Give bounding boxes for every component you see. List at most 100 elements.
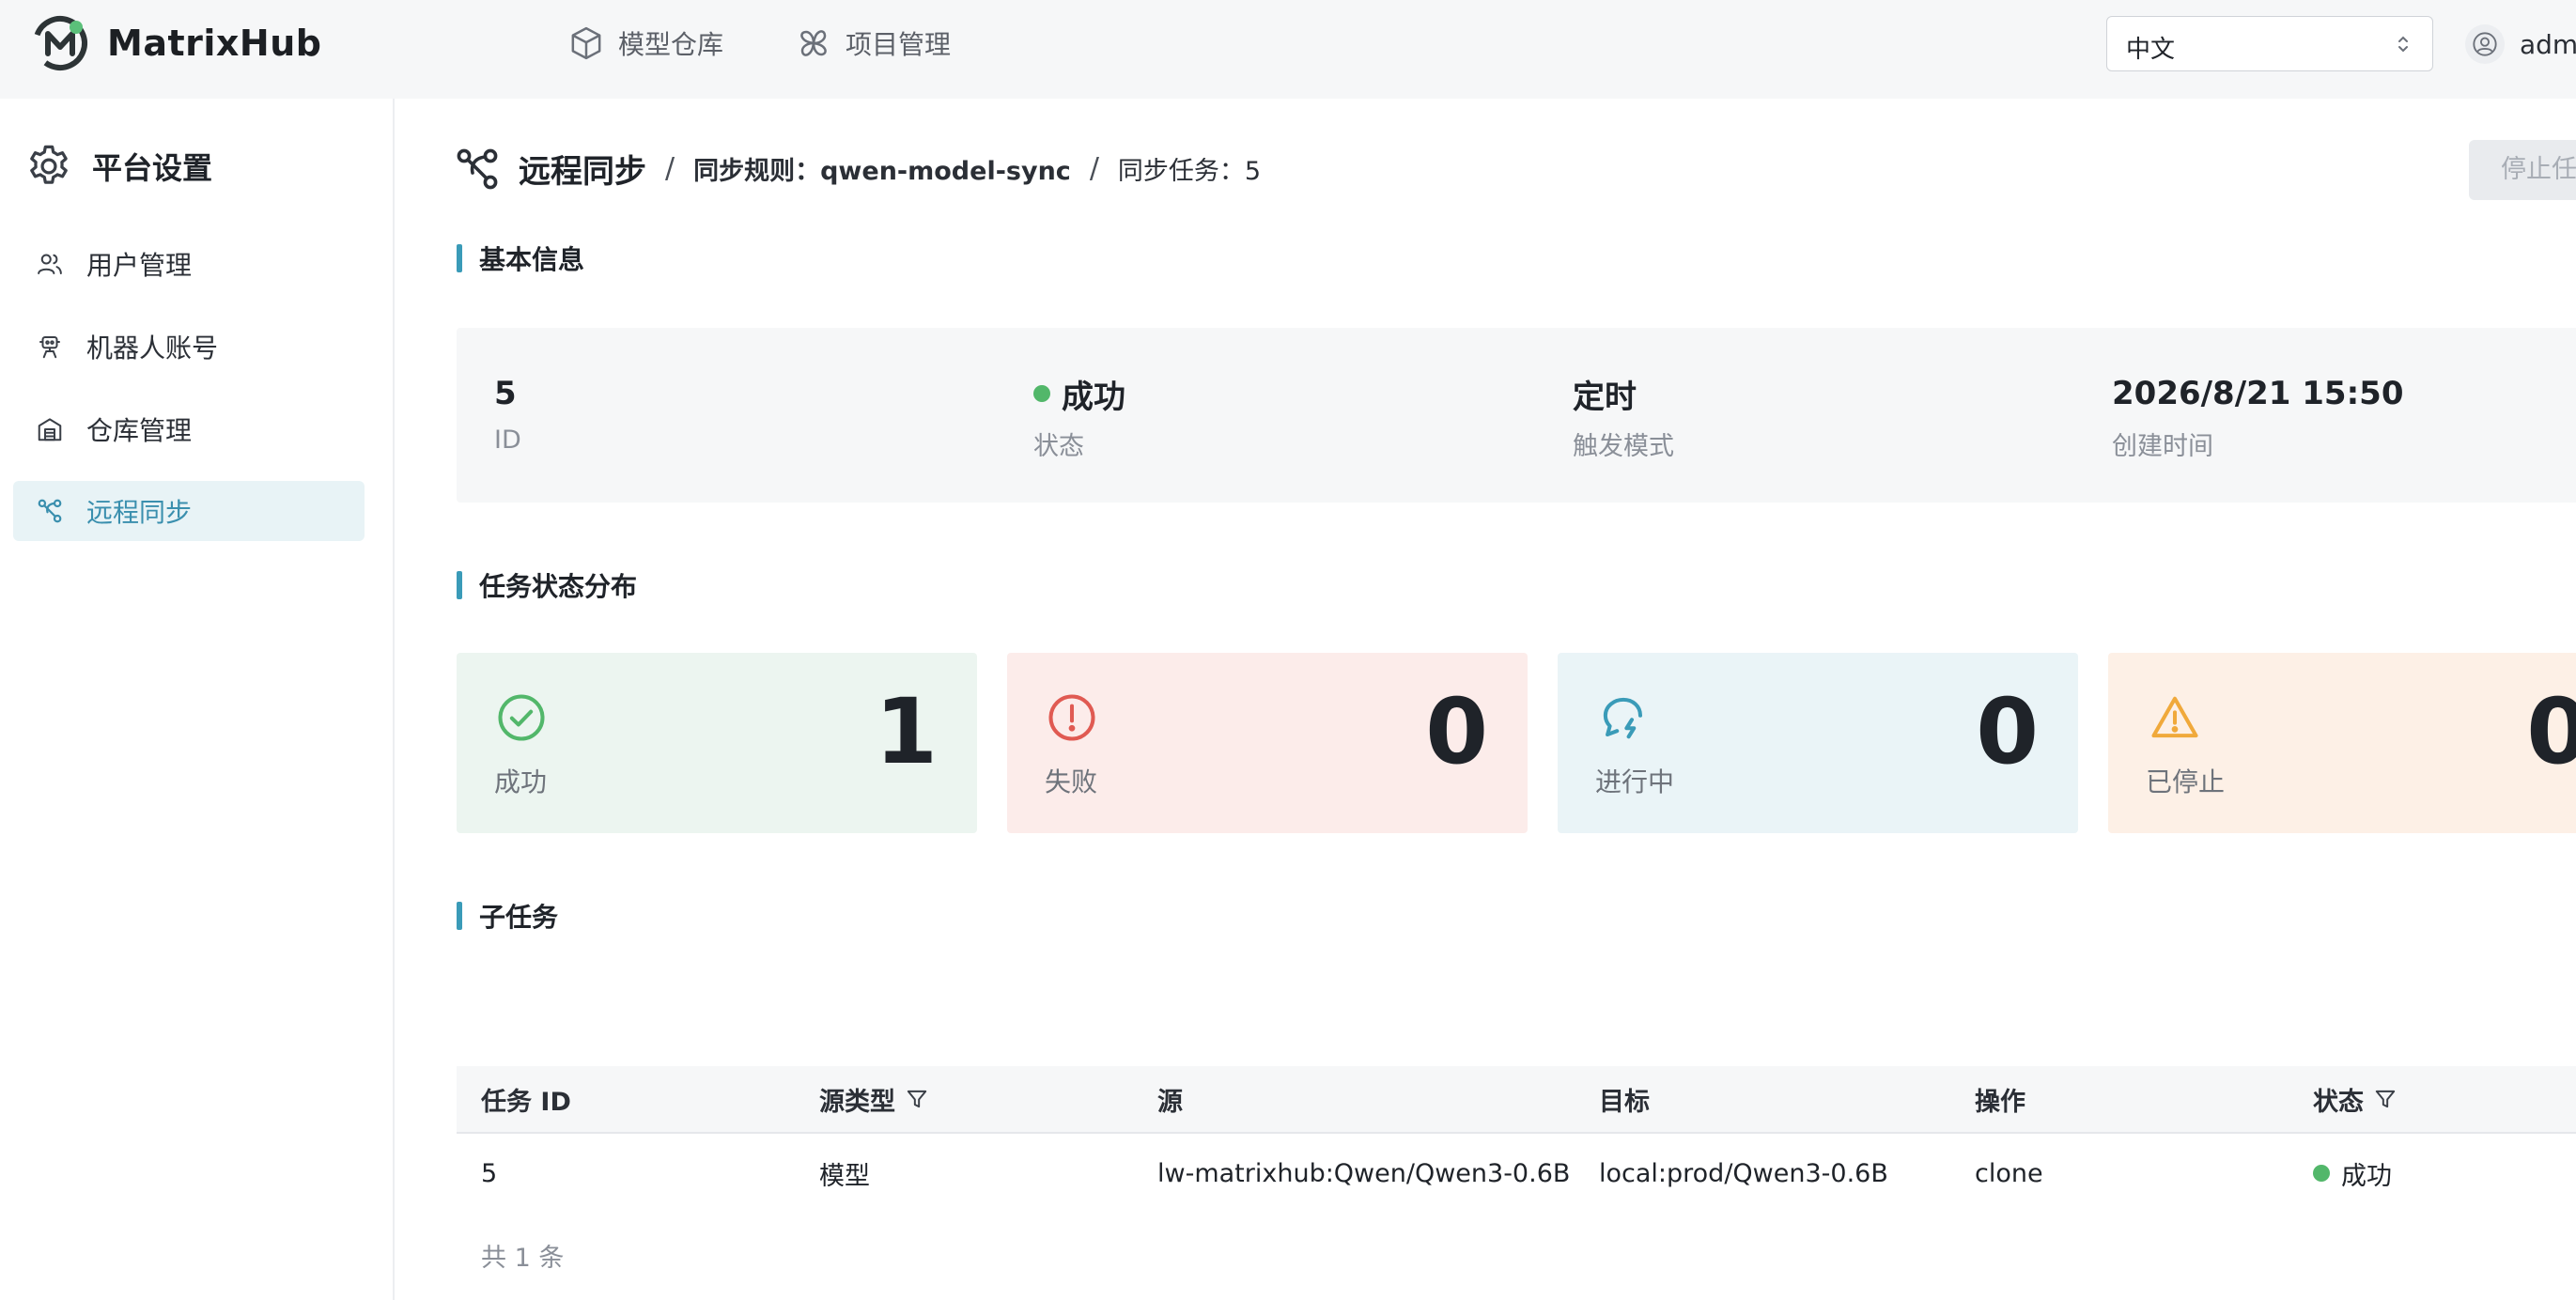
column-source-type[interactable]: 源类型 [819,1066,929,1132]
sidebar-item-label: 仓库管理 [86,415,193,446]
info-trigger-label: 触发模式 [1573,432,1674,461]
sidebar-item-users[interactable]: 用户管理 [13,234,365,294]
stat-card-count: 1 [875,679,938,784]
column-operation: 操作 [1975,1087,2025,1117]
info-id: 5 ID [494,373,521,455]
sidebar-item-label: 用户管理 [86,250,193,281]
matrixhub-logo-icon [32,16,87,70]
cell-source: lw-matrixhub:Qwen/Qwen3-0.6B [1157,1158,1571,1188]
project-icon [800,30,827,56]
stat-card-count: 0 [2526,679,2576,784]
section-accent-bar [457,902,462,930]
breadcrumb-separator: / [665,152,675,185]
stat-card-label: 成功 [494,766,548,797]
updown-chevron-icon [2398,36,2408,53]
table-total: 共 1 条 [481,1244,565,1273]
filter-icon[interactable] [2373,1087,2398,1111]
avatar [2465,24,2505,64]
stop-task-button[interactable]: 停止任 [2469,140,2576,200]
breadcrumb: 远程同步 / 同步规则：qwen-model-sync / 同步任务：5 [455,146,1261,192]
warning-icon [2151,696,2198,738]
filter-icon[interactable] [905,1087,929,1111]
cell-status: 成功 [2313,1134,2392,1213]
column-task-id: 任务 ID [481,1087,571,1117]
info-status-text: 成功 [1062,378,1125,416]
sidebar: 平台设置 用户管理 机器人账号 仓库管理 远程同步 [0,99,395,1300]
user-name: adm [2520,28,2576,60]
info-status-label: 状态 [1033,432,1084,461]
cube-icon [571,26,601,60]
warehouse-icon [38,418,62,441]
section-accent-bar [457,571,462,599]
check-circle-icon [498,694,545,741]
stat-card-failed: 失败 0 [1007,653,1528,833]
info-trigger: 定时 触发模式 [1573,373,1674,462]
cell-status-text: 成功 [2341,1161,2392,1191]
stat-card-success: 成功 1 [457,653,977,833]
stat-card-stopped: 已停止 0 [2108,653,2576,833]
info-trigger-value: 定时 [1573,378,1637,416]
sidebar-title-label: 平台设置 [92,150,213,186]
cell-operation: clone [1975,1158,2043,1188]
sidebar-item-label: 远程同步 [86,497,193,528]
column-source: 源 [1157,1087,1183,1117]
breadcrumb-task: 同步任务：5 [1117,157,1262,186]
user-menu[interactable]: adm [2465,24,2576,64]
nav-project-manage-label: 项目管理 [846,29,952,60]
info-status-value: 成功 [1033,373,1125,416]
subtasks-table: 任务 ID 源类型 源 目标 操作 状态 5 模型 lw-matrixhub:Q… [457,1066,2576,1213]
stat-card-count: 0 [1976,679,2039,784]
stat-card-label: 已停止 [2146,766,2226,797]
page-title[interactable]: 远程同步 [519,146,646,192]
cell-source-type: 模型 [819,1161,870,1191]
chat-bolt-icon [1603,697,1643,739]
language-select[interactable]: 中文 [2106,16,2433,71]
section-subtasks: 子任务 [457,897,558,935]
cell-task-id: 5 [481,1158,498,1188]
status-dot [2313,1165,2330,1182]
user-avatar-icon [2473,32,2497,56]
language-value: 中文 [2126,36,2176,64]
column-target: 目标 [1599,1087,1650,1117]
nav-model-repo[interactable]: 模型仓库 [567,24,723,62]
sidebar-item-warehouse[interactable]: 仓库管理 [13,399,365,459]
breadcrumb-rule[interactable]: 同步规则：qwen-model-sync [693,150,1071,187]
stat-card-count: 0 [1425,679,1488,784]
section-status-distribution: 任务状态分布 [457,566,637,604]
section-accent-bar [457,244,462,272]
info-id-label: ID [494,426,521,455]
cell-target: local:prod/Qwen3-0.6B [1599,1158,1888,1188]
breadcrumb-separator: / [1089,152,1099,185]
sidebar-title: 平台设置 [24,142,212,191]
table-row[interactable]: 5 模型 lw-matrixhub:Qwen/Qwen3-0.6B local:… [457,1134,2576,1213]
column-status-label: 状态 [2313,1087,2364,1117]
column-status[interactable]: 状态 [2313,1066,2398,1132]
sync-icon [38,499,62,523]
info-created-value: 2026/8/21 15:50 [2112,375,2404,412]
section-status-distribution-title: 任务状态分布 [479,571,638,602]
info-created: 2026/8/21 15:50 创建时间 [2112,373,2404,462]
error-circle-icon [1048,694,1095,741]
info-status: 成功 状态 [1033,373,1125,462]
sync-icon [457,148,498,189]
sidebar-item-robot-accounts[interactable]: 机器人账号 [13,317,365,377]
info-id-value: 5 [494,375,517,412]
stat-card-label: 失败 [1045,766,1098,797]
users-icon [38,254,62,274]
gear-icon [30,145,68,184]
section-basic-info: 基本信息 [457,240,584,277]
status-dot [1033,385,1050,402]
section-basic-info-title: 基本信息 [479,244,585,275]
top-bar: MatrixHub 模型仓库 项目管理 中文 adm [0,0,2576,99]
stat-card-running: 进行中 0 [1558,653,2078,833]
app-name: MatrixHub [107,23,322,64]
brand[interactable]: MatrixHub [30,13,321,73]
nav-project-manage[interactable]: 项目管理 [795,24,951,62]
sidebar-item-remote-sync[interactable]: 远程同步 [13,481,365,541]
robot-icon [39,336,60,359]
nav-model-repo-label: 模型仓库 [618,29,724,60]
column-source-type-label: 源类型 [819,1087,895,1117]
table-header: 任务 ID 源类型 源 目标 操作 状态 [457,1066,2576,1134]
sidebar-item-label: 机器人账号 [86,333,219,364]
section-subtasks-title: 子任务 [479,902,559,933]
